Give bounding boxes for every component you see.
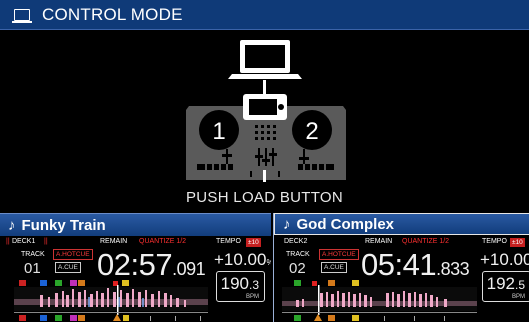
deck-1-hotcue-e-icon (122, 280, 129, 286)
deck-2-tempo-number: +10.00 (480, 250, 529, 269)
deck-1-auto-hotcue-badge: A.HOTCUE (53, 249, 93, 260)
deck-2-playhead (318, 285, 320, 315)
deck-1-remain-label: REMAIN (100, 238, 128, 245)
deck-2-bpm-dec: .5 (514, 278, 525, 292)
deck-1-tempo-value: +10.00% (214, 250, 271, 270)
deck-2-tempo-value: +10.00% (480, 250, 529, 270)
deck-2-quantize: QUANTIZE 1/2 (402, 238, 450, 245)
deck-2-hotcue-a-icon (294, 280, 301, 286)
deck-2-header: ♪ God Complex (274, 213, 529, 235)
deck-2-bpm-box: 192.5 BPM (482, 271, 529, 302)
deck-1-indicator-icon-2: || (44, 238, 48, 245)
deck-1-waveform (14, 280, 208, 321)
deck-1-bpm-unit: BPM (245, 294, 259, 300)
cable-line (263, 80, 266, 94)
deck-2-hotcue-c-icon (352, 280, 359, 286)
deck-2-auto-cue-badge: A.CUE (321, 262, 347, 273)
monitor-icon (12, 8, 32, 23)
title-bar: CONTROL MODE (0, 0, 529, 30)
deck-2-playhead-marker-icon (312, 281, 317, 286)
deck-1-bpm-dec: .3 (248, 278, 259, 292)
deck-1-tempo-label: TEMPO (216, 238, 241, 245)
deck-2-hotcue-b-icon (328, 280, 335, 286)
deck-2-panel: ♪ God Complex DECK2 REMAIN QUANTIZE 1/2 … (273, 213, 529, 322)
deck-1-quantize: QUANTIZE 1/2 (139, 238, 187, 245)
deck-1-auto-cue-badge: A.CUE (55, 262, 81, 273)
deck-2-track-title: God Complex (296, 215, 395, 233)
deck-1-header: ♪ Funky Train (0, 213, 271, 236)
deck-1-indicator-icon: || (6, 238, 10, 245)
deck-1-bpm-box: 190.3 BPM (216, 271, 265, 302)
deck-2-tempo-range: ±10 (510, 238, 525, 247)
deck-1-track-title: Funky Train (21, 216, 106, 234)
deck-1-hotcue-a-icon (40, 280, 47, 286)
deck-1-label: DECK1 (12, 238, 36, 245)
laptop-icon (228, 40, 302, 79)
deck-1-tempo-unit: % (266, 258, 271, 267)
deck-1-position-marker-icon (113, 314, 121, 321)
deck-1-bpm-int: 190 (220, 274, 249, 293)
deck-1-tempo-number: +10.00 (214, 250, 267, 269)
deck-2-bpm-value: 192.5 (487, 274, 525, 294)
svg-text:1: 1 (212, 118, 225, 145)
page-title: CONTROL MODE (42, 4, 183, 24)
deck-1-hotcue-d-icon (78, 280, 85, 286)
svg-text:2: 2 (305, 118, 318, 145)
music-note-icon: ♪ (8, 216, 16, 234)
deck-2-label: DECK2 (284, 238, 308, 245)
deck-2-tempo-label: TEMPO (482, 238, 507, 245)
deck-2-track-label: TRACK (286, 251, 310, 258)
controller-icon: 1 2 (186, 94, 346, 182)
push-load-message: PUSH LOAD BUTTON (185, 189, 344, 206)
deck-1-panel: ♪ Funky Train || DECK1 || REMAIN QUANTIZ… (0, 213, 271, 322)
deck-2-bpm-unit: BPM (511, 294, 525, 300)
deck-2-position-marker-icon (314, 314, 322, 321)
connection-illustration: 1 2 (0, 30, 529, 214)
deck-1-tempo-range: ±10 (246, 238, 261, 247)
deck-1-playhead (117, 285, 119, 315)
deck-2-waveform (282, 280, 477, 321)
deck-1-memory-cue-icon (19, 280, 26, 286)
deck-1-hotcue-c-icon (70, 280, 77, 286)
deck-2-auto-hotcue-badge: A.HOTCUE (319, 249, 359, 260)
deck-2-remain-label: REMAIN (365, 238, 393, 245)
music-note-icon: ♪ (283, 215, 291, 233)
deck-2-bpm-int: 192 (486, 274, 515, 293)
deck-1-bpm-value: 190.3 (221, 274, 259, 294)
deck-1-hotcue-b-icon (55, 280, 62, 286)
deck-1-track-label: TRACK (21, 251, 45, 258)
